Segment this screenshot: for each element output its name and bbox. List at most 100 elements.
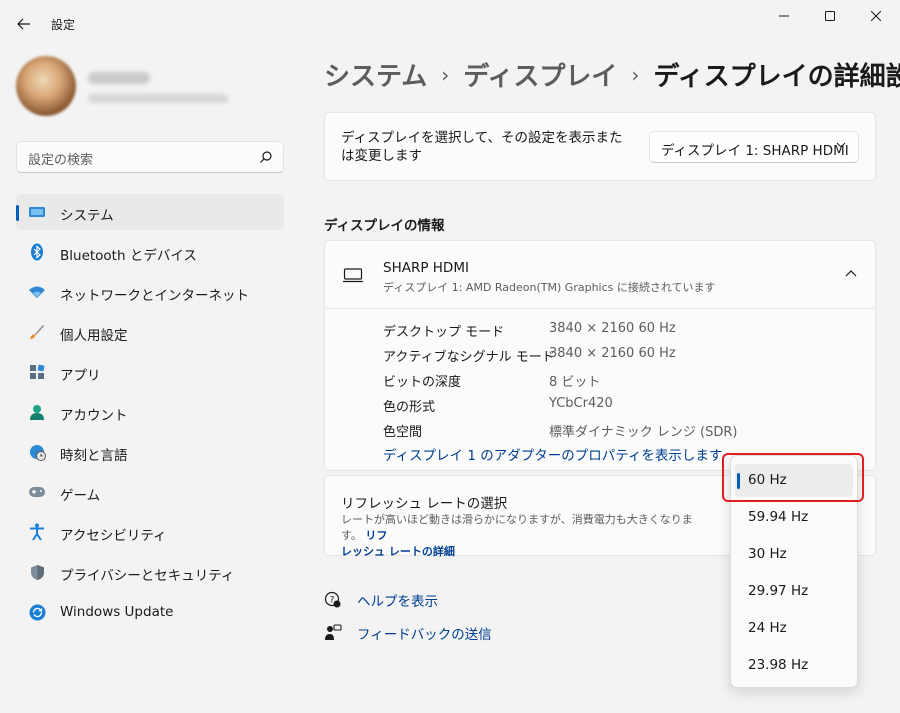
option-label: 23.98 Hz xyxy=(748,657,809,673)
feedback-label: フィードバックの送信 xyxy=(357,627,492,643)
maximize-button[interactable] xyxy=(807,0,853,32)
option-label: 29.97 Hz xyxy=(748,583,809,599)
monitor-icon xyxy=(343,268,363,283)
breadcrumb-separator: › xyxy=(441,62,450,87)
help-link[interactable]: ? ヘルプを表示 xyxy=(324,590,524,610)
sidebar-item-label: アカウント xyxy=(60,408,128,424)
breadcrumb: システム › ディスプレイ › ディスプレイの詳細設定 xyxy=(324,56,900,93)
refresh-option-59-94[interactable]: 59.94 Hz xyxy=(735,501,853,534)
info-row: ビットの深度 8 ビット xyxy=(383,367,853,392)
info-value: 標準ダイナミック レンジ (SDR) xyxy=(549,425,738,440)
breadcrumb-separator: › xyxy=(631,62,640,87)
close-button[interactable] xyxy=(853,0,899,32)
sidebar-item-label: 個人用設定 xyxy=(60,328,128,344)
sidebar-nav: システム Bluetooth とデバイス ネットワークとインターネット 個人用設… xyxy=(16,194,284,634)
search-icon[interactable] xyxy=(259,150,273,164)
display-select-card: ディスプレイを選択して、その設定を表示または変更します ディスプレイ 1: SH… xyxy=(324,112,876,181)
refresh-option-23-98[interactable]: 23.98 Hz xyxy=(735,649,853,682)
search-input[interactable]: 設定の検索 xyxy=(16,141,284,173)
info-key: アクティブなシグナル モード xyxy=(383,350,555,365)
refresh-rate-description: レートが高いほど動きは滑らかになりますが、消費電力も大きくなります。 リフレッシ… xyxy=(341,512,711,560)
refresh-rate-title: リフレッシュ レートの選択 xyxy=(341,496,508,512)
profile-name xyxy=(88,72,150,84)
highlight-annotation xyxy=(722,453,864,502)
sidebar-item-accounts[interactable]: アカウント xyxy=(16,394,284,430)
sidebar-item-label: Windows Update xyxy=(60,604,174,620)
minimize-icon xyxy=(779,15,789,17)
display-info-header[interactable]: SHARP HDMI ディスプレイ 1: AMD Radeon(TM) Grap… xyxy=(325,241,875,309)
sidebar-item-system[interactable]: システム xyxy=(16,194,284,230)
system-icon xyxy=(28,203,46,221)
sidebar-item-privacy[interactable]: プライバシーとセキュリティ xyxy=(16,554,284,590)
sidebar-item-accessibility[interactable]: アクセシビリティ xyxy=(16,514,284,550)
maximize-icon xyxy=(825,11,835,21)
sidebar-item-label: ゲーム xyxy=(60,488,101,504)
info-value: 3840 × 2160 60 Hz xyxy=(549,321,676,336)
sidebar-item-label: プライバシーとセキュリティ xyxy=(60,568,235,584)
chevron-down-icon xyxy=(836,142,846,148)
refresh-option-30[interactable]: 30 Hz xyxy=(735,538,853,571)
info-row: 色の形式 YCbCr420 xyxy=(383,392,853,417)
sidebar-item-bluetooth[interactable]: Bluetooth とデバイス xyxy=(16,234,284,270)
sidebar-item-time-language[interactable]: 時刻と言語 xyxy=(16,434,284,470)
windows-update-icon xyxy=(28,603,46,621)
sidebar-item-windows-update[interactable]: Windows Update xyxy=(16,594,284,630)
back-button[interactable] xyxy=(10,10,38,38)
wifi-icon xyxy=(28,283,46,301)
minimize-button[interactable] xyxy=(761,0,807,32)
info-value: 8 ビット xyxy=(549,375,601,390)
gamepad-icon xyxy=(28,483,46,501)
display-dropdown-value: ディスプレイ 1: SHARP HDMI xyxy=(661,143,849,159)
info-value: YCbCr420 xyxy=(549,396,613,411)
option-label: 59.94 Hz xyxy=(748,509,809,525)
display-info-card: SHARP HDMI ディスプレイ 1: AMD Radeon(TM) Grap… xyxy=(324,240,876,471)
sidebar-item-personalization[interactable]: 個人用設定 xyxy=(16,314,284,350)
sidebar-item-network[interactable]: ネットワークとインターネット xyxy=(16,274,284,310)
profile-email xyxy=(88,94,228,103)
info-key: デスクトップ モード xyxy=(383,325,505,340)
display-connection: ディスプレイ 1: AMD Radeon(TM) Graphics に接続されて… xyxy=(383,281,716,294)
apps-icon xyxy=(28,363,46,381)
chevron-up-icon[interactable] xyxy=(845,269,857,277)
info-row: 色空間 標準ダイナミック レンジ (SDR) xyxy=(383,417,853,442)
sidebar-item-label: 時刻と言語 xyxy=(60,448,128,464)
avatar[interactable] xyxy=(16,56,76,116)
help-label: ヘルプを表示 xyxy=(357,594,438,610)
display-name: SHARP HDMI xyxy=(383,260,469,276)
display-info-heading: ディスプレイの情報 xyxy=(324,218,445,234)
search-placeholder: 設定の検索 xyxy=(28,153,94,168)
help-icon: ? xyxy=(324,591,341,608)
breadcrumb-display[interactable]: ディスプレイ xyxy=(463,56,617,93)
refresh-rate-desc-text: レートが高いほど動きは滑らかになりますが、消費電力も大きくなります。 xyxy=(341,513,693,542)
option-label: 30 Hz xyxy=(748,546,787,562)
refresh-option-29-97[interactable]: 29.97 Hz xyxy=(735,575,853,608)
close-icon xyxy=(871,11,881,21)
page-title: ディスプレイの詳細設定 xyxy=(653,62,900,92)
sidebar-item-label: アプリ xyxy=(60,368,101,384)
option-label: 24 Hz xyxy=(748,620,787,636)
feedback-link[interactable]: フィードバックの送信 xyxy=(324,623,524,643)
info-row: デスクトップ モード 3840 × 2160 60 Hz xyxy=(383,317,853,342)
display-select-label: ディスプレイを選択して、その設定を表示または変更します xyxy=(341,130,623,164)
account-icon xyxy=(28,403,46,421)
shield-icon xyxy=(28,563,46,581)
breadcrumb-system[interactable]: システム xyxy=(324,56,427,93)
title-bar: 設定 xyxy=(0,0,900,48)
info-key: ビットの深度 xyxy=(383,375,462,390)
time-language-icon xyxy=(28,443,46,461)
sidebar-item-label: アクセシビリティ xyxy=(60,528,167,544)
info-row: アクティブなシグナル モード 3840 × 2160 60 Hz xyxy=(383,342,853,367)
info-value: 3840 × 2160 60 Hz xyxy=(549,346,676,361)
display-dropdown[interactable]: ディスプレイ 1: SHARP HDMI xyxy=(649,131,859,163)
refresh-rate-link-part1[interactable]: リフ xyxy=(365,529,387,542)
bluetooth-icon xyxy=(28,243,46,261)
refresh-rate-link-part2[interactable]: レッシュ レートの詳細 xyxy=(341,545,455,558)
info-key: 色空間 xyxy=(383,425,423,440)
sidebar-item-gaming[interactable]: ゲーム xyxy=(16,474,284,510)
sidebar-item-label: システム xyxy=(60,208,114,224)
feedback-icon xyxy=(325,624,342,640)
refresh-option-24[interactable]: 24 Hz xyxy=(735,612,853,645)
adapter-properties-link[interactable]: ディスプレイ 1 のアダプターのプロパティを表示します xyxy=(383,444,722,464)
app-title: 設定 xyxy=(51,18,76,32)
sidebar-item-apps[interactable]: アプリ xyxy=(16,354,284,390)
